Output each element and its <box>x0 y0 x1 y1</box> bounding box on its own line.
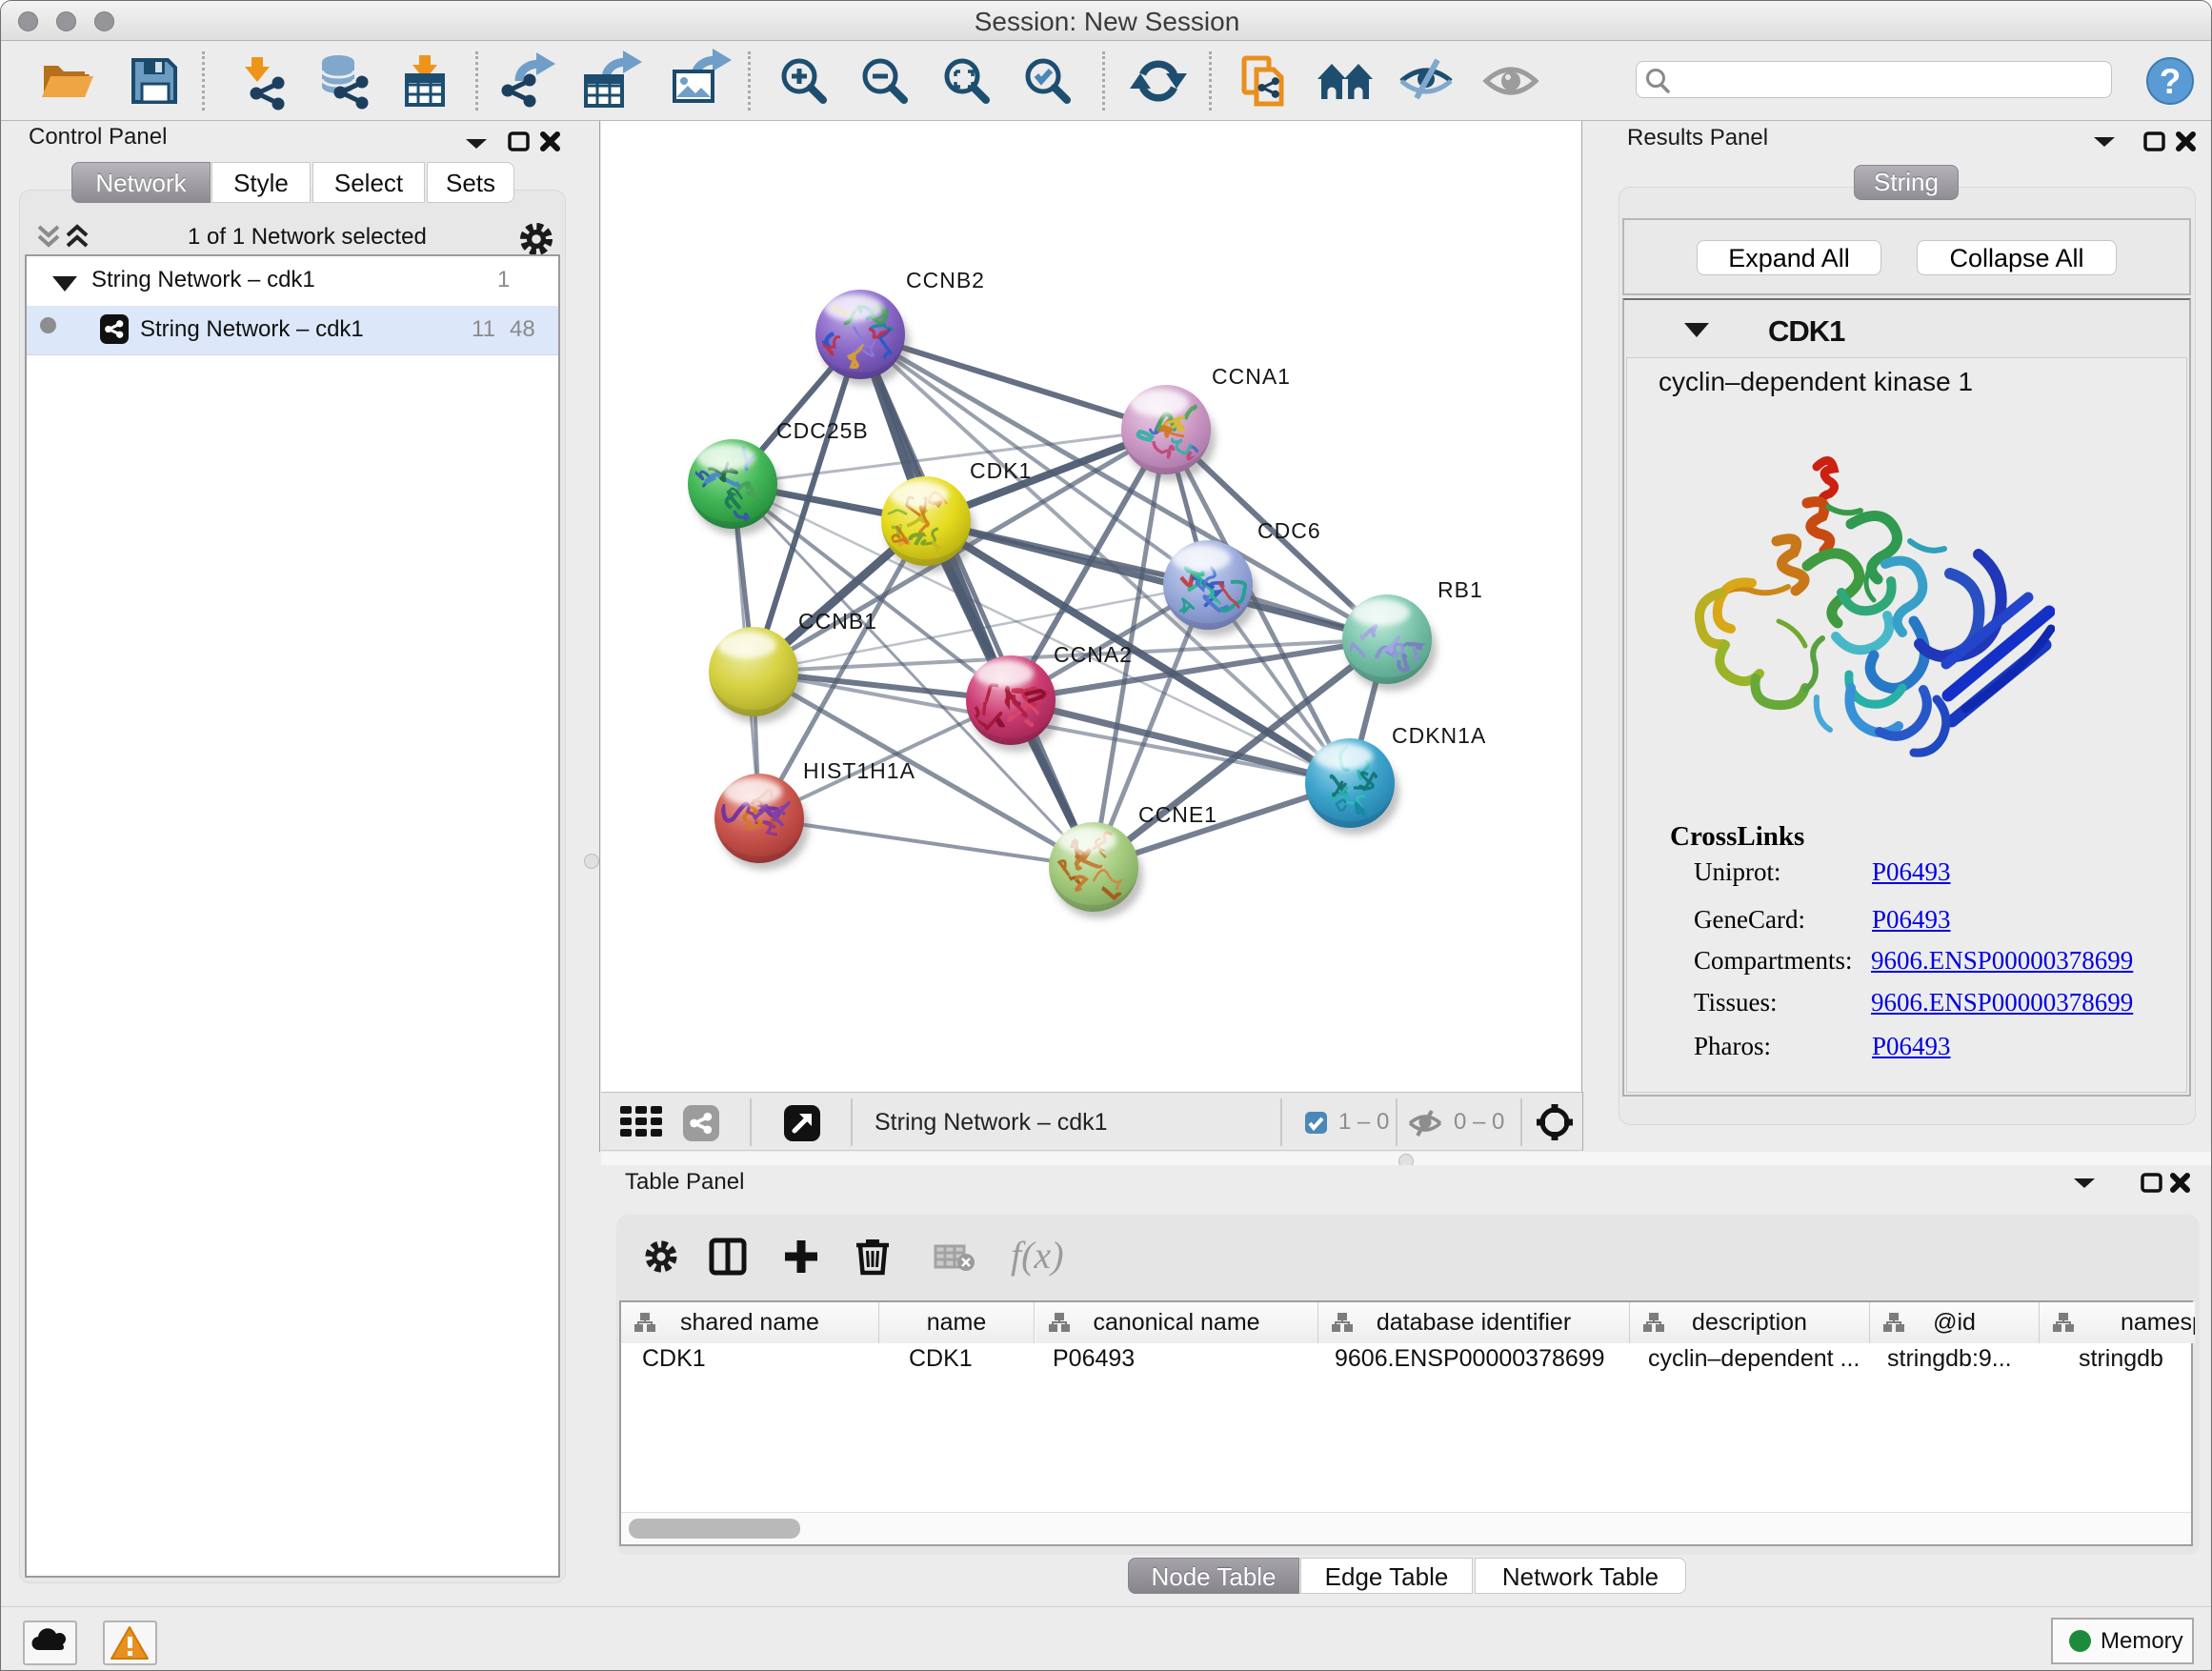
svg-text:CDC25B: CDC25B <box>776 418 869 443</box>
svg-text:CCNA1: CCNA1 <box>1212 364 1291 389</box>
svg-text:f(x): f(x) <box>1011 1234 1064 1277</box>
svg-text:HIST1H1A: HIST1H1A <box>803 758 915 783</box>
svg-text:CCNA2: CCNA2 <box>1054 642 1133 667</box>
svg-text:CDC6: CDC6 <box>1257 518 1321 543</box>
svg-text:CDKN1A: CDKN1A <box>1392 723 1486 748</box>
svg-text:RB1: RB1 <box>1438 577 1483 602</box>
svg-text:CCNB2: CCNB2 <box>906 268 985 292</box>
svg-text:CCNB1: CCNB1 <box>798 609 877 634</box>
svg-text:?: ? <box>2160 62 2182 101</box>
svg-text:CDK1: CDK1 <box>970 458 1032 483</box>
svg-text:CCNE1: CCNE1 <box>1138 802 1217 827</box>
